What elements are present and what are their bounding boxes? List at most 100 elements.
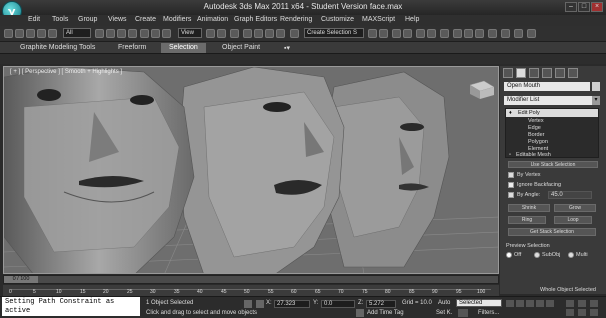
preview-subobj-radio[interactable] (534, 252, 540, 258)
menu-tools[interactable]: Tools (52, 16, 68, 23)
select-and-move-icon[interactable] (140, 29, 149, 38)
time-tag-icon[interactable] (356, 309, 364, 317)
tab-object-paint[interactable]: Object Paint (222, 44, 260, 51)
by-angle-checkbox[interactable] (508, 192, 514, 198)
track-bar[interactable]: 0 5 10 15 20 25 30 35 40 45 50 55 60 65 … (3, 285, 499, 296)
menu-edit[interactable]: Edit (28, 16, 40, 23)
tab-graphite-modeling-tools[interactable]: Graphite Modeling Tools (20, 44, 95, 51)
pan-icon[interactable] (590, 300, 598, 307)
menu-help[interactable]: Help (405, 16, 419, 23)
modifier-stack[interactable]: ♦ Edit Poly Vertex Edge Border Polygon E… (505, 108, 599, 158)
curve-editor-icon[interactable] (416, 29, 425, 38)
menu-rendering[interactable]: Rendering (280, 16, 312, 23)
ring-button[interactable]: Ring (508, 216, 546, 224)
maximize-viewport-icon[interactable] (590, 309, 598, 316)
stack-sub-edge[interactable]: Edge (528, 125, 541, 131)
next-frame-icon[interactable] (536, 300, 544, 307)
add-time-tag-button[interactable]: Add Time Tag (367, 310, 404, 316)
object-name-field[interactable]: Open Mouth (504, 82, 590, 91)
rectangular-selection-icon[interactable] (117, 29, 126, 38)
activeshade-icon[interactable] (501, 29, 510, 38)
previous-frame-icon[interactable] (516, 300, 524, 307)
render-iterative-icon[interactable] (488, 29, 497, 38)
stack-item-editable-mesh[interactable]: Editable Mesh (516, 152, 551, 158)
display-tab-icon[interactable] (555, 68, 565, 78)
motion-tab-icon[interactable] (542, 68, 552, 78)
layer-manager-icon[interactable] (392, 29, 401, 38)
stack-sub-polygon[interactable]: Polygon (528, 139, 548, 145)
menu-customize[interactable]: Customize (321, 16, 354, 23)
x-coordinate-field[interactable]: 27.323 (274, 300, 310, 308)
stack-collapse-icon[interactable]: ▫ (509, 152, 511, 158)
shrink-button[interactable]: Shrink (508, 204, 550, 212)
lighting-icon[interactable] (527, 29, 536, 38)
menu-create[interactable]: Create (135, 16, 156, 23)
named-selection-dropdown[interactable]: Create Selection S (304, 28, 364, 38)
manipulate-icon[interactable] (217, 29, 226, 38)
time-slider[interactable]: 0 / 100 (3, 275, 499, 284)
select-object-icon[interactable] (95, 29, 104, 38)
redo-icon[interactable] (15, 29, 24, 38)
bind-space-warp-icon[interactable] (48, 29, 57, 38)
percent-snap-icon[interactable] (265, 29, 274, 38)
loop-button[interactable]: Loop (554, 216, 592, 224)
by-angle-spinner[interactable]: 45.0 (548, 191, 592, 199)
menu-views[interactable]: Views (108, 16, 127, 23)
menu-group[interactable]: Group (78, 16, 97, 23)
head-model-left[interactable] (4, 67, 195, 274)
angle-snap-icon[interactable] (254, 29, 263, 38)
go-to-end-icon[interactable] (546, 300, 554, 307)
by-vertex-checkbox[interactable] (508, 172, 514, 178)
auto-key-button[interactable]: Auto (438, 300, 450, 306)
chevron-down-icon[interactable]: ▾ (592, 96, 600, 105)
menu-maxscript[interactable]: MAXScript (362, 16, 395, 23)
menu-modifiers[interactable]: Modifiers (163, 16, 191, 23)
time-slider-thumb[interactable]: 0 / 100 (4, 276, 38, 283)
perspective-viewport[interactable]: [ + ] [ Perspective ] [ Smooth + Highlig… (3, 66, 499, 274)
reference-coordinate-dropdown[interactable]: View (178, 28, 202, 38)
key-filters-button[interactable]: Filters... (478, 310, 499, 316)
select-and-scale-icon[interactable] (162, 29, 171, 38)
utilities-tab-icon[interactable] (568, 68, 578, 78)
object-color-swatch[interactable] (592, 82, 600, 91)
viewport-label[interactable]: [ + ] [ Perspective ] [ Smooth + Highlig… (10, 69, 122, 75)
get-stack-selection-button[interactable]: Get Stack Selection (508, 228, 596, 236)
select-and-rotate-icon[interactable] (151, 29, 160, 38)
y-coordinate-field[interactable]: 0.0 (321, 300, 355, 308)
ribbon-options-icon[interactable]: ▪▾ (284, 44, 290, 52)
material-editor-icon[interactable] (440, 29, 449, 38)
spinner-snap-icon[interactable] (276, 29, 285, 38)
selection-filter-dropdown[interactable]: All (63, 28, 91, 38)
ignore-backfacing-checkbox[interactable] (508, 182, 514, 188)
menu-animation[interactable]: Animation (197, 16, 228, 23)
mirror-icon[interactable] (368, 29, 377, 38)
unlink-icon[interactable] (37, 29, 46, 38)
lock-selection-icon[interactable] (244, 300, 252, 308)
graphite-toggle-icon[interactable] (403, 29, 412, 38)
grow-button[interactable]: Grow (554, 204, 596, 212)
snap-toggle-icon[interactable] (243, 29, 252, 38)
zoom-all-icon[interactable] (578, 300, 586, 307)
field-of-view-icon[interactable] (566, 309, 574, 316)
pivot-center-icon[interactable] (206, 29, 215, 38)
edit-named-selection-icon[interactable] (290, 29, 299, 38)
window-crossing-icon[interactable] (128, 29, 137, 38)
keyboard-shortcut-icon[interactable] (230, 29, 239, 38)
absolute-mode-icon[interactable] (256, 300, 264, 308)
align-icon[interactable] (379, 29, 388, 38)
set-key-button[interactable]: Set K. (436, 310, 452, 316)
select-by-name-icon[interactable] (106, 29, 115, 38)
key-icon[interactable] (458, 309, 468, 317)
modify-tab-icon[interactable] (516, 68, 526, 78)
use-stack-selection-label[interactable]: Use Stack Selection (508, 161, 598, 168)
preview-multi-radio[interactable] (568, 252, 574, 258)
maximize-icon[interactable]: □ (578, 2, 590, 12)
zoom-icon[interactable] (566, 300, 574, 307)
preview-off-radio[interactable] (506, 252, 512, 258)
menu-graph-editors[interactable]: Graph Editors (234, 16, 277, 23)
z-coordinate-field[interactable]: 5.272 (366, 300, 396, 308)
stack-item-edit-poly[interactable]: Edit Poly (518, 110, 540, 116)
close-icon[interactable]: × (591, 2, 603, 12)
hierarchy-tab-icon[interactable] (529, 68, 539, 78)
schematic-view-icon[interactable] (427, 29, 436, 38)
